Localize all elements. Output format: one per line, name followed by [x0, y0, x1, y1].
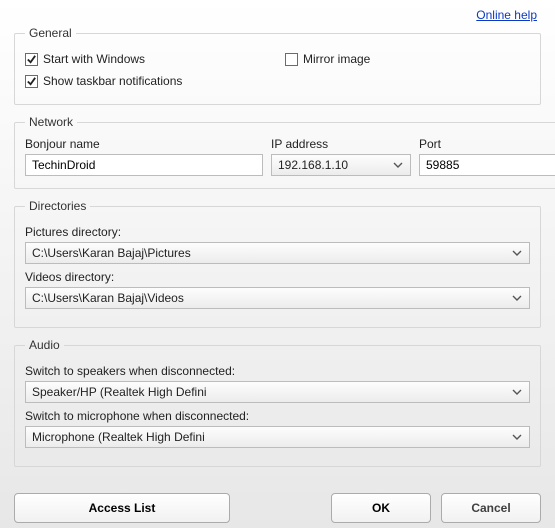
mic-label: Switch to microphone when disconnected:: [25, 409, 530, 423]
general-group: General Start with Windows Mirror image …: [14, 26, 541, 105]
mic-value: Microphone (Realtek High Defini: [32, 430, 205, 444]
check-icon: [26, 54, 37, 65]
ip-select[interactable]: 192.168.1.10: [271, 154, 411, 176]
mic-select[interactable]: Microphone (Realtek High Defini: [25, 426, 530, 448]
bonjour-label: Bonjour name: [25, 137, 263, 151]
cancel-button[interactable]: Cancel: [441, 493, 541, 523]
directories-legend: Directories: [25, 199, 90, 213]
chevron-down-icon: [509, 295, 525, 301]
videos-dir-label: Videos directory:: [25, 270, 530, 284]
audio-group: Audio Switch to speakers when disconnect…: [14, 338, 541, 467]
videos-dir-value: C:\Users\Karan Bajaj\Videos: [32, 291, 184, 305]
audio-legend: Audio: [25, 338, 64, 352]
port-label: Port: [419, 137, 555, 151]
start-with-windows-checkbox[interactable]: [25, 53, 38, 66]
speakers-value: Speaker/HP (Realtek High Defini: [32, 385, 207, 399]
online-help-link[interactable]: Online help: [476, 8, 537, 22]
access-list-button[interactable]: Access List: [14, 493, 230, 523]
show-taskbar-label: Show taskbar notifications: [43, 74, 182, 88]
directories-group: Directories Pictures directory: C:\Users…: [14, 199, 541, 328]
bonjour-input[interactable]: [25, 154, 263, 176]
network-legend: Network: [25, 115, 77, 129]
pictures-dir-label: Pictures directory:: [25, 225, 530, 239]
ip-label: IP address: [271, 137, 411, 151]
chevron-down-icon: [390, 162, 406, 168]
speakers-select[interactable]: Speaker/HP (Realtek High Defini: [25, 381, 530, 403]
mirror-image-label: Mirror image: [303, 52, 370, 66]
ok-button[interactable]: OK: [331, 493, 431, 523]
check-icon: [26, 76, 37, 87]
general-legend: General: [25, 26, 76, 40]
network-group: Network Bonjour name IP address 192.168.…: [14, 115, 555, 189]
videos-dir-select[interactable]: C:\Users\Karan Bajaj\Videos: [25, 287, 530, 309]
chevron-down-icon: [509, 250, 525, 256]
start-with-windows-label: Start with Windows: [43, 52, 145, 66]
port-input[interactable]: [419, 154, 555, 176]
speakers-label: Switch to speakers when disconnected:: [25, 364, 530, 378]
pictures-dir-select[interactable]: C:\Users\Karan Bajaj\Pictures: [25, 242, 530, 264]
mirror-image-checkbox[interactable]: [285, 53, 298, 66]
pictures-dir-value: C:\Users\Karan Bajaj\Pictures: [32, 246, 191, 260]
chevron-down-icon: [509, 389, 525, 395]
show-taskbar-checkbox[interactable]: [25, 75, 38, 88]
ip-value: 192.168.1.10: [278, 158, 348, 172]
chevron-down-icon: [509, 434, 525, 440]
